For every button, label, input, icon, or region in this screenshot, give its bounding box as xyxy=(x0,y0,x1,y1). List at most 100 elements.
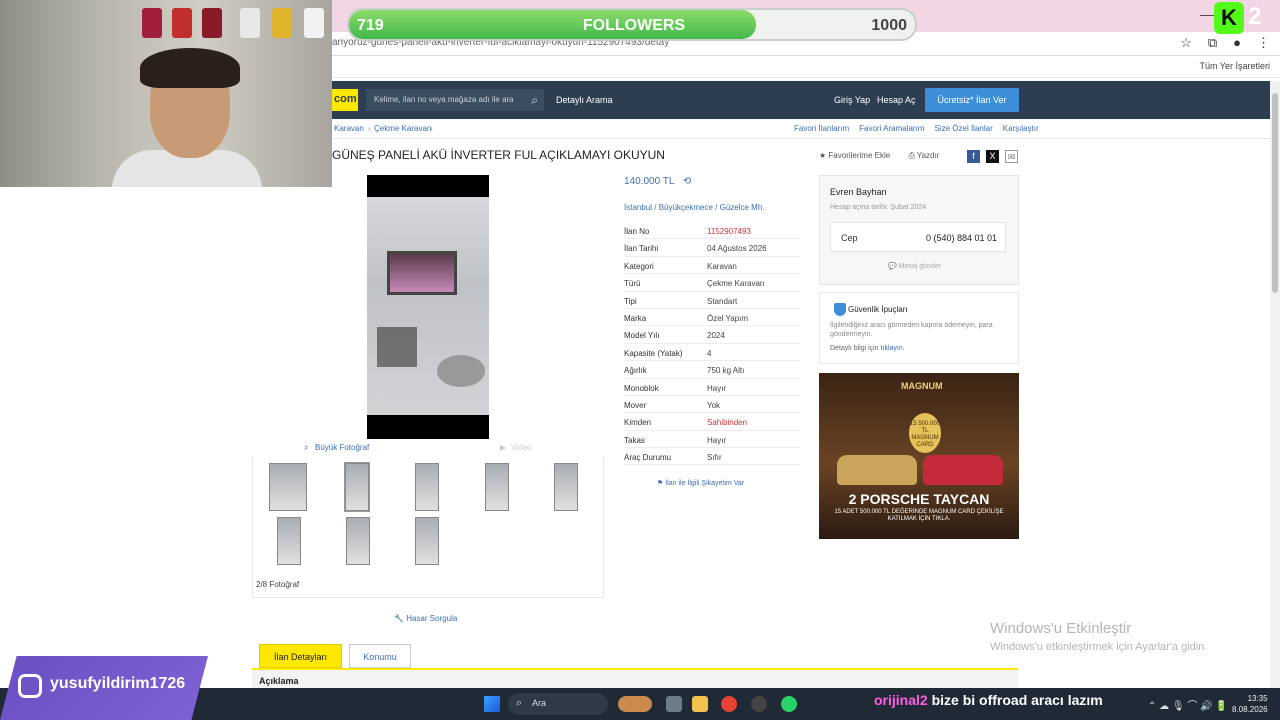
safety-link-prefix: Detaylı bilgi için xyxy=(830,345,879,352)
minimize-icon[interactable]: — xyxy=(1200,6,1214,22)
main-photo[interactable] xyxy=(367,175,489,439)
damage-query-link[interactable]: Hasar Sorgula xyxy=(406,614,457,623)
thumbnail[interactable] xyxy=(269,463,307,511)
search-icon[interactable]: ⌕ xyxy=(531,93,538,108)
spec-key: İlan Tarihi xyxy=(624,244,659,254)
widget-icon[interactable] xyxy=(618,696,652,712)
scrollbar[interactable] xyxy=(1270,81,1280,688)
flag-icon[interactable]: ⚑ xyxy=(657,480,663,487)
magnify-icon[interactable]: ⌕ xyxy=(304,443,308,453)
profile-icon[interactable]: ● xyxy=(1233,35,1241,51)
file-explorer-icon[interactable] xyxy=(692,696,708,712)
spec-key: Marka xyxy=(624,313,647,323)
safety-link[interactable]: tıklayın. xyxy=(881,345,905,352)
windows-start-icon[interactable] xyxy=(484,696,500,712)
spec-row: Mover Yok xyxy=(624,396,800,414)
all-bookmarks[interactable]: Tüm Yer İşaretleri xyxy=(1199,61,1270,71)
instagram-badge: yusufyildirim1726 xyxy=(0,656,208,720)
spec-key: İlan No xyxy=(624,227,650,236)
phone-number[interactable]: 0 (540) 884 01 01 xyxy=(926,233,997,243)
photo-count: 2/8 Fotoğraf xyxy=(256,580,300,589)
favorite-searches-link[interactable]: Favori Aramalarım xyxy=(859,124,924,133)
scroll-thumb[interactable] xyxy=(1272,93,1278,293)
chrome-icon[interactable] xyxy=(721,696,737,712)
spec-row: Araç Durumu Sıfır xyxy=(624,448,800,466)
thumbnail[interactable] xyxy=(485,463,509,511)
description-label: Açıklama xyxy=(259,676,299,686)
spec-value: Standart xyxy=(707,296,738,306)
thumbnail[interactable] xyxy=(554,463,578,511)
tab-location[interactable]: Konumu xyxy=(349,644,411,668)
kick-icon: K xyxy=(1214,2,1244,34)
facebook-icon[interactable]: f xyxy=(967,150,980,163)
seller-since: Hesap açma tarihi: Şubat 2024 xyxy=(830,204,927,211)
kick-count: 2 xyxy=(1248,3,1262,30)
ad-medal: 15 500.000 TL MAGNUM CARD xyxy=(909,413,941,453)
whatsapp-icon[interactable] xyxy=(781,696,797,712)
spec-row: Monoblok Hayır xyxy=(624,379,800,396)
login-link[interactable]: Giriş Yap xyxy=(834,95,870,105)
spec-key: Takas xyxy=(624,435,645,445)
play-icon[interactable]: ▶ xyxy=(500,443,506,452)
special-listings-link[interactable]: Size Özel İlanlar xyxy=(934,124,992,133)
spec-row: Model Yılı 2024 xyxy=(624,326,800,344)
car-shape xyxy=(837,455,917,485)
big-photo-tab[interactable]: Büyük Fotoğraf xyxy=(315,443,369,452)
print-icon[interactable]: ⎙ xyxy=(908,151,914,160)
thumbnail[interactable] xyxy=(277,517,301,565)
activate-windows-title: Windows'u Etkinleştir xyxy=(990,620,1132,637)
print-link[interactable]: Yazdır xyxy=(917,151,940,160)
spec-value: Hayır xyxy=(707,435,727,445)
spec-value: Hayır xyxy=(707,383,727,393)
spec-value: Sahibinden xyxy=(707,418,748,428)
clock[interactable]: 13:35 8.08.2026 xyxy=(1232,693,1268,715)
message-icon[interactable]: 💬 xyxy=(888,263,897,270)
breadcrumb-item[interactable]: Karavan xyxy=(334,124,364,133)
spec-value: 750 kg Altı xyxy=(707,366,745,376)
search-input[interactable]: Kelime, ilan no veya mağaza adı ile ara … xyxy=(366,89,544,111)
menu-icon[interactable]: ⋮ xyxy=(1257,35,1270,51)
breadcrumb-item[interactable]: Çekme Karavan xyxy=(374,124,431,133)
chat-message: orijinal2 bize bi offroad aracı lazım xyxy=(874,692,1103,708)
history-icon[interactable]: ⟲ xyxy=(683,176,691,187)
complain-link[interactable]: İlan ile İlgili Şikayetim Var xyxy=(665,480,744,487)
taskbar-search[interactable]: ⌕ Ara xyxy=(508,693,608,715)
free-ad-button[interactable]: Ücretsiz* İlan Ver xyxy=(925,88,1019,112)
site-header: com Kelime, ilan no veya mağaza adı ile … xyxy=(332,81,1270,119)
detail-search-link[interactable]: Detaylı Arama xyxy=(556,95,613,105)
x-icon[interactable]: X xyxy=(986,150,999,163)
location-breadcrumb[interactable]: İstanbul / Büyükçekmece / Güzelce Mh. xyxy=(624,203,765,212)
mail-icon[interactable]: ✉ xyxy=(1005,150,1018,163)
spec-key: Tipi xyxy=(624,296,637,306)
star-icon[interactable]: ★ xyxy=(819,151,826,160)
send-message-link[interactable]: Mesaj gönder xyxy=(899,263,941,270)
extensions-icon[interactable]: ⧉ xyxy=(1208,35,1217,51)
car-shape xyxy=(923,455,1003,485)
tab-details[interactable]: İlan Detayları xyxy=(259,644,342,668)
video-tab[interactable]: Video xyxy=(511,443,531,452)
seller-name[interactable]: Evren Bayhan xyxy=(830,187,887,197)
thumbnail[interactable] xyxy=(346,517,370,565)
compare-link[interactable]: Karşılaştır xyxy=(1003,124,1039,133)
thumbnail[interactable] xyxy=(415,463,439,511)
send-message-block: 💬 Mesaj gönder xyxy=(888,262,941,270)
search-icon: ⌕ xyxy=(516,697,523,709)
register-link[interactable]: Hesap Aç xyxy=(877,95,916,105)
spec-row: Takas Hayır xyxy=(624,431,800,449)
favorite-listings-link[interactable]: Favori İlanlarım xyxy=(794,124,849,133)
spec-key: Kimden xyxy=(624,418,652,428)
jersey-shape xyxy=(172,8,192,38)
wrench-icon[interactable]: 🔧 xyxy=(394,614,404,623)
obs-icon[interactable] xyxy=(751,696,767,712)
taskbar-search-label: Ara xyxy=(532,698,547,708)
star-icon[interactable]: ☆ xyxy=(1180,35,1192,51)
thumbnail[interactable] xyxy=(415,517,439,565)
site-logo[interactable]: com xyxy=(332,89,358,111)
safety-title: Güvenlik İpuçları xyxy=(848,305,908,314)
ad-banner[interactable]: MAGNUM 15 500.000 TL MAGNUM CARD 2 PORSC… xyxy=(819,373,1019,539)
add-favorite-link[interactable]: Favorilerime Ekle xyxy=(828,151,890,160)
system-tray[interactable]: ⌃ ☁ 🎙 ⌒ 🔊 🔋 xyxy=(1148,697,1228,712)
task-view-icon[interactable] xyxy=(666,696,682,712)
phone-label: Cep xyxy=(841,233,858,243)
thumbnail-selected[interactable] xyxy=(344,462,370,512)
